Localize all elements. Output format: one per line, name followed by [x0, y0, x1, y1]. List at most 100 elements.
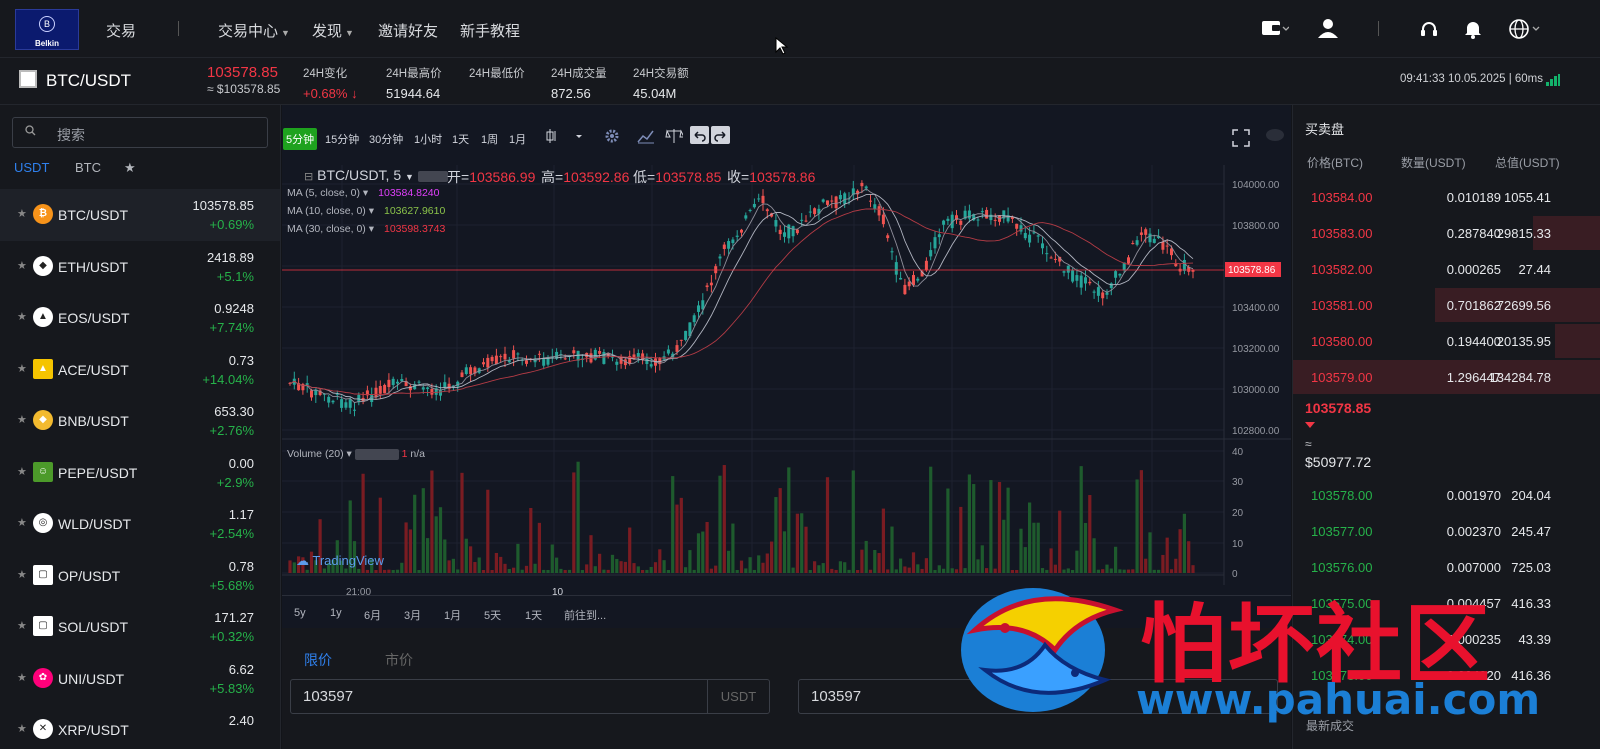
nav-discover[interactable]: 发现 ▼: [312, 20, 354, 41]
candle-body: [1101, 292, 1105, 299]
range-5y[interactable]: 5y: [294, 607, 306, 619]
range-1y[interactable]: 1y: [330, 607, 342, 619]
legend-controls-icon[interactable]: [417, 170, 448, 182]
top-nav: B Belkin 交易 交易中心 ▼ 发现 ▼ 邀请好友 新手教程: [0, 0, 1600, 58]
volume-tick: 10: [1232, 539, 1244, 550]
favorite-star-icon[interactable]: ★: [17, 465, 27, 478]
ohlc-high: 高=103592.86: [541, 167, 629, 187]
goto-date[interactable]: 前往到...: [564, 607, 606, 623]
ask-row[interactable]: 103582.00 0.000265 27.44: [1293, 251, 1600, 287]
ma10-legend[interactable]: MA (10, close, 0) ▾ 103627.9610: [287, 205, 445, 217]
market-row[interactable]: ★ ◆ BNB/USDT 653.30 +2.76%: [0, 395, 280, 447]
market-row[interactable]: ★ ◆ ETH/USDT 2418.89 +5.1%: [0, 241, 280, 293]
volume-bar: [606, 569, 610, 573]
user-icon[interactable]: [1317, 17, 1339, 44]
market-row[interactable]: ★ ◎ WLD/USDT 1.17 +2.54%: [0, 498, 280, 550]
volume-bar: [395, 569, 400, 573]
bid-total: 245.47: [1511, 524, 1551, 539]
ask-row[interactable]: 103579.00 1.296447 134284.78: [1293, 359, 1600, 395]
favorite-star-icon[interactable]: ★: [17, 671, 27, 684]
price-chart[interactable]: 5分钟 15分钟 30分钟 1小时 1天 1周 1月 104000.00 1038…: [282, 105, 1291, 628]
bid-qty: 0.001970: [1446, 488, 1501, 503]
mouse-cursor-icon: [775, 37, 789, 55]
wallet-icon[interactable]: [1261, 19, 1290, 42]
ma5-legend[interactable]: MA (5, close, 0) ▾ 103584.8240: [287, 187, 439, 199]
favorite-star-icon[interactable]: ★: [17, 722, 27, 735]
favorite-star-icon[interactable]: ★: [17, 619, 27, 632]
market-row[interactable]: ★ ✿ UNI/USDT 6.62 +5.83%: [0, 653, 280, 705]
chart-symbol-title[interactable]: ⊟ BTC/USDT, 5 ▼: [304, 167, 448, 183]
buy-price-input[interactable]: 103597 USDT: [290, 679, 770, 714]
tab-usdt[interactable]: USDT: [14, 160, 49, 175]
legend-controls-icon[interactable]: [354, 448, 399, 460]
candle-body: [460, 372, 464, 378]
range-3m[interactable]: 3月: [404, 607, 421, 623]
candle-body: [516, 353, 520, 355]
volume-bar: [916, 564, 920, 573]
volume-bar: [830, 568, 834, 573]
nav-trade[interactable]: 交易: [106, 20, 136, 41]
volume-bar: [563, 570, 567, 573]
market-pair: OP/USDT: [58, 567, 121, 584]
nav-trading-center[interactable]: 交易中心 ▼: [218, 20, 290, 41]
range-1d[interactable]: 1天: [525, 607, 542, 623]
market-row[interactable]: ★ ▢ SOL/USDT 171.27 +0.32%: [0, 601, 280, 653]
tab-market[interactable]: 市价: [385, 650, 413, 670]
range-5d[interactable]: 5天: [484, 607, 501, 623]
volume-bar: [529, 507, 533, 573]
ask-row[interactable]: 103583.00 0.287840 29815.33: [1293, 215, 1600, 251]
volume-bar: [1157, 569, 1161, 573]
favorite-star-icon[interactable]: ★: [17, 207, 27, 220]
tab-favorites[interactable]: ★: [124, 160, 136, 176]
volume-bar: [628, 527, 632, 573]
headset-icon[interactable]: [1420, 20, 1438, 43]
range-6m[interactable]: 6月: [364, 607, 381, 623]
pair-name[interactable]: BTC/USDT: [46, 71, 131, 91]
nav-tutorial[interactable]: 新手教程: [460, 20, 520, 41]
volume-bar: [576, 461, 580, 573]
book-mid-usd: $50977.72: [1305, 454, 1372, 470]
bnb-icon: ◆: [33, 410, 53, 430]
candle-body: [821, 199, 825, 202]
nav-invite[interactable]: 邀请好友: [378, 20, 438, 41]
ask-row[interactable]: 103581.00 0.701862 72699.56: [1293, 287, 1600, 323]
brand-logo[interactable]: B Belkin: [15, 9, 79, 50]
candle-body: [800, 219, 804, 221]
favorite-star-icon[interactable]: ★: [17, 568, 27, 581]
market-row[interactable]: ★ ▢ OP/USDT 0.78 +5.68%: [0, 550, 280, 602]
market-row[interactable]: ★ ☺ PEPE/USDT 0.00 +2.9%: [0, 447, 280, 499]
favorite-star-icon[interactable]: ★: [17, 413, 27, 426]
bell-icon[interactable]: [1464, 19, 1482, 44]
volume-legend[interactable]: Volume (20) ▾ 1 n/a: [287, 448, 425, 460]
market-row[interactable]: ★ ₿ BTC/USDT 103578.85 +0.69%: [0, 189, 280, 241]
tab-btc[interactable]: BTC: [75, 160, 101, 175]
candle-body: [1053, 258, 1057, 260]
market-row[interactable]: ★ ▲ EOS/USDT 0.9248 +7.74%: [0, 292, 280, 344]
tab-limit[interactable]: 限价: [304, 650, 332, 670]
ma30-legend[interactable]: MA (30, close, 0) ▾ 103598.3743: [287, 223, 445, 235]
volume-bar: [675, 504, 679, 573]
range-1m[interactable]: 1月: [444, 607, 461, 623]
candle-body: [305, 383, 309, 385]
tradingview-logo[interactable]: ☁ TradingView: [296, 553, 384, 569]
candle-body: [572, 350, 576, 354]
candle-body: [675, 345, 679, 352]
favorite-star-icon[interactable]: ★: [17, 310, 27, 323]
market-row[interactable]: ★ ▲ ACE/USDT 0.73 +14.04%: [0, 344, 280, 396]
watermark-fish-logo: [961, 588, 1124, 712]
ask-row[interactable]: 103584.00 0.010189 1055.41: [1293, 179, 1600, 215]
volume-bar: [580, 569, 584, 573]
favorite-star-icon[interactable]: ★: [17, 259, 27, 272]
volume-bar: [770, 541, 774, 573]
market-row[interactable]: ★ ✕ XRP/USDT 2.40: [0, 704, 280, 749]
collapse-icon[interactable]: ⊟: [304, 171, 313, 183]
favorite-star-icon[interactable]: ★: [17, 362, 27, 375]
candle-body: [838, 195, 842, 200]
favorite-star-icon[interactable]: ★: [17, 516, 27, 529]
ask-row[interactable]: 103580.00 0.194400 20135.95: [1293, 323, 1600, 359]
bid-row[interactable]: 103578.00 0.001970 204.04: [1293, 477, 1600, 513]
bid-row[interactable]: 103577.00 0.002370 245.47: [1293, 513, 1600, 549]
market-change: +2.9%: [216, 474, 254, 490]
globe-icon[interactable]: [1509, 18, 1543, 45]
search-input[interactable]: 搜索: [12, 117, 268, 148]
